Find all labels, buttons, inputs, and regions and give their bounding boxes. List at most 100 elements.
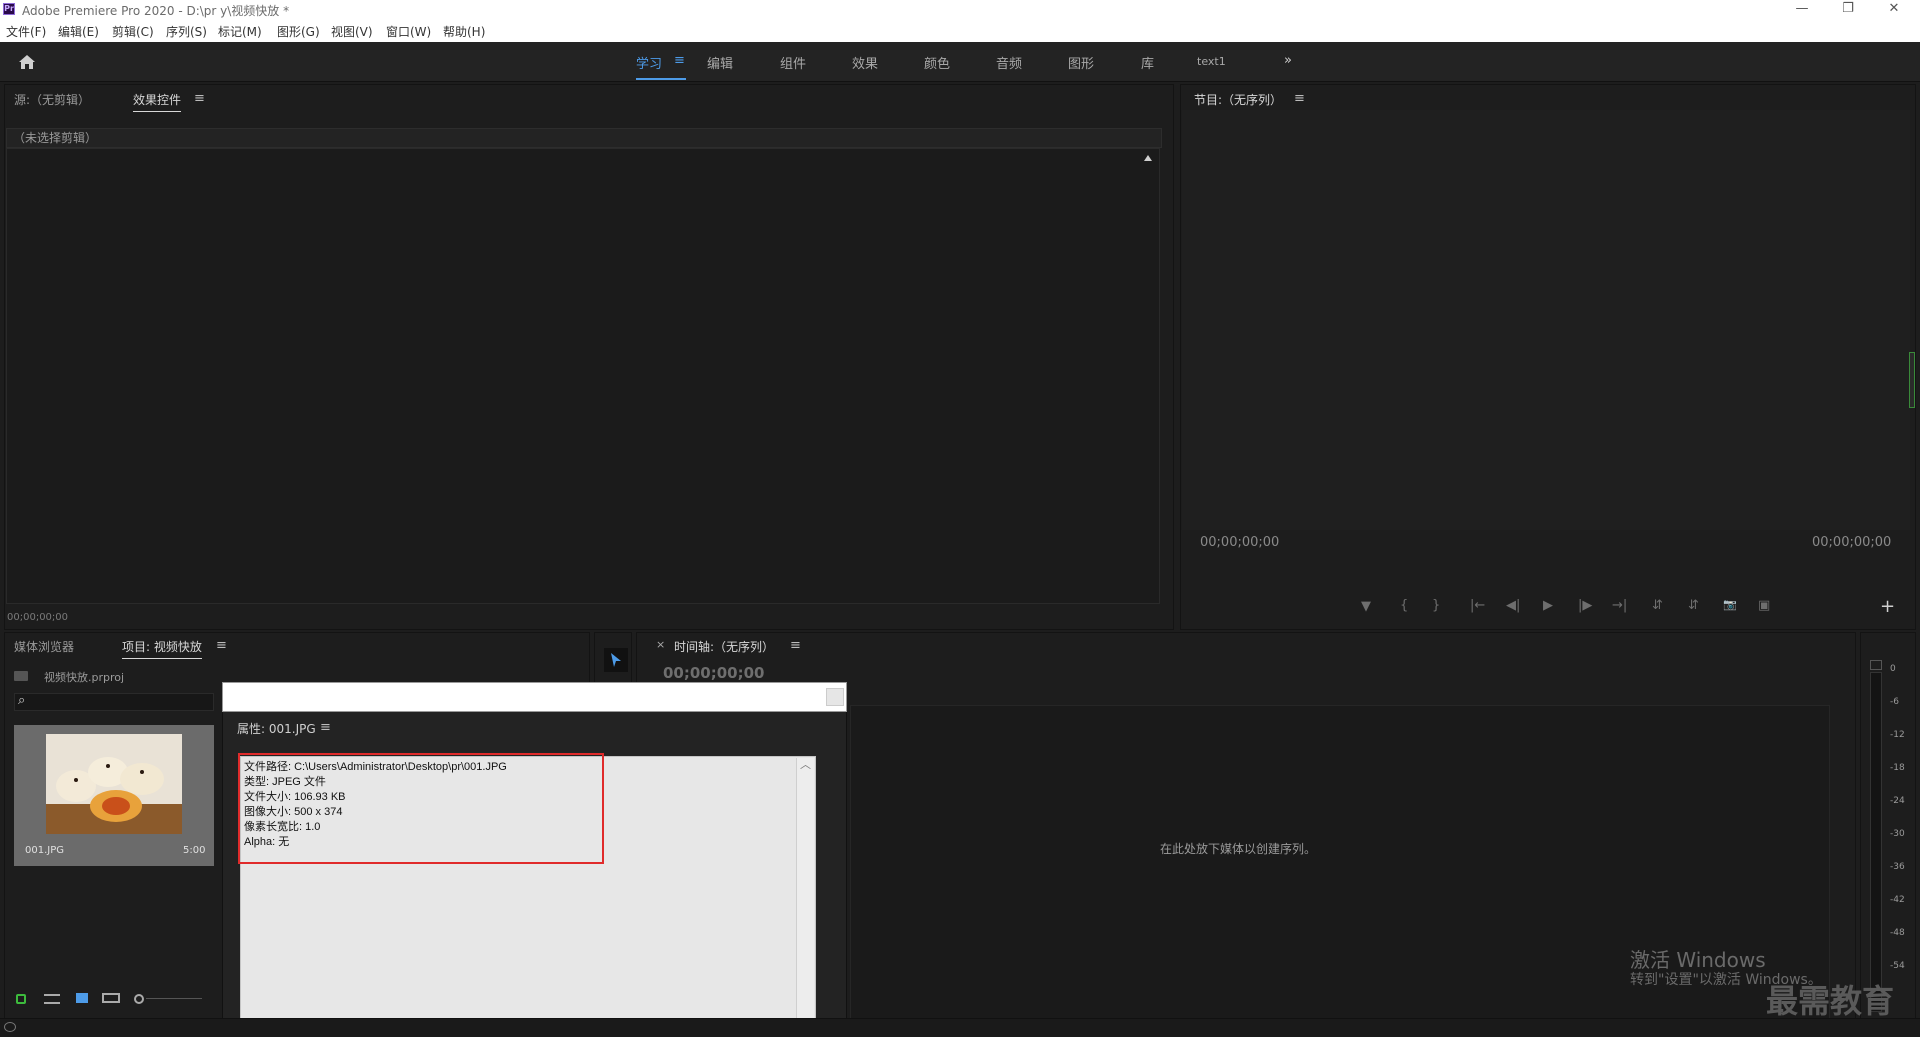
tab-source[interactable]: 源:（无剪辑） (14, 91, 90, 108)
zoom-slider-handle[interactable] (134, 994, 144, 1004)
close-timeline-icon[interactable]: × (656, 638, 665, 651)
list-view-icon[interactable] (44, 994, 60, 1004)
workspace-libraries[interactable]: 库 (1141, 53, 1154, 72)
program-timecode-current[interactable]: 00;00;00;00 (1200, 535, 1279, 550)
meter-tick: -30 (1890, 829, 1905, 839)
menu-file[interactable]: 文件(F) (6, 23, 46, 40)
no-clip-selected-label: （未选择剪辑） (6, 128, 1162, 148)
menu-bar: 文件(F) 编辑(E) 剪辑(C) 序列(S) 标记(M) 图形(G) 视图(V… (0, 20, 1920, 42)
workspace-color[interactable]: 颜色 (924, 53, 950, 72)
button-editor-add-icon[interactable]: + (1880, 596, 1895, 617)
workspace-learn[interactable]: 学习 (636, 53, 662, 72)
close-button[interactable]: ✕ (1876, 0, 1912, 20)
more-workspaces-icon[interactable]: » (1284, 53, 1292, 68)
workspace-text1[interactable]: text1 (1197, 55, 1226, 68)
go-to-out-icon[interactable]: →| (1612, 598, 1627, 613)
step-back-icon[interactable]: ◀| (1506, 598, 1520, 613)
effect-controls-timecode: 00;00;00;00 (7, 612, 69, 623)
meter-tick: -12 (1890, 730, 1905, 740)
timeline-timecode[interactable]: 00;00;00;00 (663, 664, 765, 682)
zoom-slider-track[interactable] (146, 998, 202, 999)
status-icon (4, 1022, 16, 1032)
meter-tick: -48 (1890, 928, 1905, 938)
menu-window[interactable]: 窗口(W) (386, 23, 431, 40)
menu-help[interactable]: 帮助(H) (443, 23, 485, 40)
properties-dialog-titlebar[interactable] (222, 682, 847, 712)
menu-marker[interactable]: 标记(M) (218, 23, 262, 40)
restore-button[interactable]: ❐ (1830, 0, 1866, 20)
window-title: Adobe Premiere Pro 2020 - D:\pr y\视频快放 * (22, 4, 290, 18)
menu-view[interactable]: 视图(V) (331, 23, 373, 40)
meter-tick: -36 (1890, 862, 1905, 872)
title-bar: Pr Adobe Premiere Pro 2020 - D:\pr y\视频快… (0, 0, 1920, 20)
step-forward-icon[interactable]: |▶ (1578, 598, 1592, 613)
program-monitor-screen (1182, 110, 1910, 530)
search-icon: ⌕ (18, 693, 26, 708)
clip-thumbnail-image (46, 734, 182, 834)
menu-sequence[interactable]: 序列(S) (166, 23, 207, 40)
timeline-drop-hint: 在此处放下媒体以创建序列。 (1160, 842, 1317, 856)
properties-dialog-close-button[interactable] (826, 688, 844, 706)
properties-menu-icon[interactable]: ≡ (320, 720, 331, 735)
active-workspace-indicator (636, 78, 686, 80)
project-menu-icon[interactable]: ≡ (216, 638, 227, 653)
bin-icon (14, 671, 28, 681)
comparison-view-icon[interactable]: ▣ (1758, 598, 1770, 613)
clip-name: 001.JPG (25, 845, 64, 856)
premiere-logo-icon: Pr (3, 3, 15, 15)
workspace-bar: 学习 ≡ 编辑 组件 效果 颜色 音频 图形 库 text1 » (0, 42, 1920, 82)
workspace-menu-icon[interactable]: ≡ (674, 53, 685, 68)
clip-duration: 5:00 (183, 845, 206, 856)
extract-icon[interactable]: ⇵ (1688, 598, 1699, 613)
meter-tick: -54 (1890, 961, 1905, 971)
timeline-title[interactable]: 时间轴:（无序列） (674, 638, 774, 655)
scroll-up-icon[interactable] (1144, 155, 1152, 161)
effect-controls-area (6, 148, 1160, 604)
export-frame-icon[interactable]: 📷 (1723, 598, 1737, 611)
project-file-name: 视频快放.prproj (44, 671, 125, 684)
timeline-menu-icon[interactable]: ≡ (790, 638, 801, 653)
tab-media-browser[interactable]: 媒体浏览器 (14, 638, 74, 655)
menu-edit[interactable]: 编辑(E) (58, 23, 99, 40)
meter-tick: -18 (1890, 763, 1905, 773)
workspace-audio[interactable]: 音频 (996, 53, 1022, 72)
add-marker-icon[interactable]: ▼ (1361, 599, 1371, 614)
icon-view-icon[interactable] (76, 993, 88, 1003)
meter-tick: -6 (1890, 697, 1899, 707)
tab-effect-controls[interactable]: 效果控件 (133, 91, 182, 112)
workspace-assembly[interactable]: 组件 (780, 53, 806, 72)
lock-icon[interactable] (16, 994, 26, 1004)
program-scroll-handle[interactable] (1909, 352, 1915, 408)
workspace-effects[interactable]: 效果 (852, 53, 878, 72)
meter-tick: 0 (1890, 664, 1896, 674)
menu-graphics[interactable]: 图形(G) (277, 23, 320, 40)
project-search-input[interactable] (14, 693, 214, 711)
meter-tick: -42 (1890, 895, 1905, 905)
lift-icon[interactable]: ⇵ (1652, 598, 1663, 613)
tab-project[interactable]: 项目: 视频快放 (122, 638, 202, 659)
menu-clip[interactable]: 剪辑(C) (112, 23, 154, 40)
audio-meter-panel (1860, 632, 1916, 1033)
program-menu-icon[interactable]: ≡ (1294, 91, 1305, 106)
meter-tick: -24 (1890, 796, 1905, 806)
freeform-view-icon[interactable] (102, 993, 120, 1003)
workspace-graphics[interactable]: 图形 (1068, 53, 1094, 72)
play-icon[interactable]: ▶ (1543, 598, 1553, 613)
mark-out-icon[interactable]: } (1432, 598, 1440, 613)
audio-level-bar (1870, 672, 1882, 1012)
effect-controls-menu-icon[interactable]: ≡ (194, 91, 205, 106)
program-monitor-title[interactable]: 节目:（无序列） (1194, 91, 1282, 108)
go-to-in-icon[interactable]: |← (1470, 598, 1485, 613)
meter-solo-icon[interactable] (1870, 660, 1882, 670)
minimize-button[interactable]: — (1784, 0, 1820, 20)
mark-in-icon[interactable]: { (1400, 598, 1408, 613)
home-icon[interactable] (18, 54, 36, 70)
status-bar (0, 1018, 1920, 1037)
workspace-edit[interactable]: 编辑 (707, 53, 733, 72)
highlight-box (238, 753, 604, 864)
brand-watermark: 最需教育 (1766, 982, 1895, 1020)
program-timecode-duration: 00;00;00;00 (1812, 535, 1892, 550)
scroll-up-icon[interactable]: ︿ (800, 756, 811, 772)
selection-arrow-icon (611, 653, 621, 667)
properties-scrollbar[interactable] (796, 758, 814, 1037)
